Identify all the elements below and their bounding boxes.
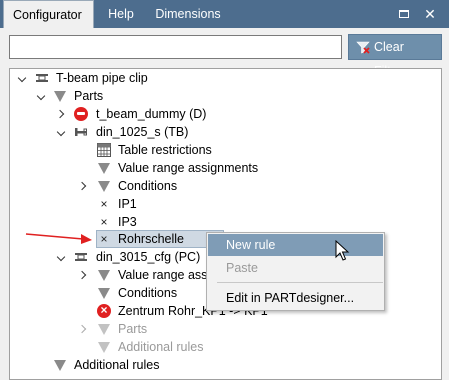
tree-node-root[interactable]: T-beam pipe clip [10, 69, 430, 87]
tree-node-label: Parts [118, 322, 148, 336]
annotation-arrow-icon [25, 233, 92, 244]
panel-margin-right [442, 68, 449, 380]
collapse-icon[interactable] [36, 87, 48, 105]
tree-node-label: Additional rules [74, 358, 160, 372]
menu-item-paste[interactable]: Paste [208, 257, 383, 279]
maximize-icon[interactable] [396, 6, 412, 22]
assembly-icon [75, 253, 87, 261]
tab-bar: Configurator Help Dimensions ✕ [0, 0, 449, 28]
clear-filter-icon [356, 41, 370, 54]
tree-node-t-beam-dummy[interactable]: t_beam_dummy (D) [10, 105, 430, 123]
tree-node-conditions[interactable]: Conditions [10, 177, 430, 195]
tree-node-label: IP3 [118, 215, 137, 229]
tree-node-table-restrictions[interactable]: Table restrictions [10, 141, 430, 159]
tree-node-ip1[interactable]: × IP1 [10, 195, 430, 213]
filter-row: Clear Filters [0, 28, 449, 78]
context-menu: New rule Paste Edit in PARTdesigner... [206, 232, 385, 311]
tree-node-label: din_3015_cfg (PC) [96, 250, 201, 264]
tab-help[interactable]: Help [98, 0, 144, 28]
collapse-icon[interactable] [56, 248, 68, 266]
point-x-icon: × [100, 197, 108, 211]
point-x-icon: × [100, 215, 108, 229]
tree-node-label: Additional rules [118, 340, 204, 354]
tree-node-label: Table restrictions [118, 143, 212, 157]
folder-triangle-icon [98, 342, 110, 353]
part-icon [75, 128, 87, 136]
tree-node-value-range-assignments[interactable]: Value range assignments [10, 159, 430, 177]
collapse-icon[interactable] [56, 123, 68, 141]
menu-item-edit-in-partdesigner[interactable]: Edit in PARTdesigner... [208, 287, 383, 309]
tree-node-label: IP1 [118, 197, 137, 211]
tree-node-label: t_beam_dummy (D) [96, 107, 207, 121]
configurator-tree[interactable]: T-beam pipe clip Parts t_beam_dummy (D) … [9, 68, 442, 380]
tab-configurator[interactable]: Configurator [3, 0, 94, 28]
tree-node-label: Parts [74, 89, 104, 103]
tree-node-label: Conditions [118, 286, 178, 300]
menu-separator [217, 282, 383, 283]
filter-input[interactable] [9, 35, 342, 59]
collapse-icon[interactable] [17, 69, 29, 87]
folder-triangle-icon [98, 163, 110, 174]
close-icon[interactable]: ✕ [422, 6, 438, 22]
folder-triangle-icon [98, 324, 110, 335]
expand-icon[interactable] [56, 105, 68, 123]
tree-node-label: T-beam pipe clip [56, 71, 148, 85]
tree-node-din-1025-s[interactable]: din_1025_s (TB) [10, 123, 430, 141]
assembly-icon [36, 74, 48, 82]
tab-dimensions[interactable]: Dimensions [146, 0, 230, 28]
mouse-cursor-icon [335, 240, 350, 261]
tree-node-additional-rules-sub[interactable]: Additional rules [10, 338, 430, 356]
tree-node-parts-sub[interactable]: Parts [10, 320, 430, 338]
folder-triangle-icon [54, 91, 66, 102]
folder-triangle-icon [98, 288, 110, 299]
folder-triangle-icon [98, 270, 110, 281]
tree-node-label: Rohrschelle [118, 232, 185, 246]
expand-icon[interactable] [78, 320, 90, 338]
table-icon [97, 143, 111, 157]
tree-node-additional-rules[interactable]: Additional rules [10, 356, 430, 374]
tree-node-parts[interactable]: Parts [10, 87, 430, 105]
clear-filters-button[interactable]: Clear Filters [348, 34, 442, 78]
expand-icon[interactable] [78, 266, 90, 284]
tree-node-label: Value range assignments [118, 161, 259, 175]
folder-triangle-icon [98, 181, 110, 192]
menu-item-new-rule[interactable]: New rule [208, 234, 383, 256]
tree-node-label: din_1025_s (TB) [96, 125, 189, 139]
no-entry-icon [74, 107, 88, 121]
error-icon [97, 304, 111, 318]
tree-node-label: Conditions [118, 179, 178, 193]
expand-icon[interactable] [78, 177, 90, 195]
folder-triangle-icon [54, 360, 66, 371]
tree-node-label: Value range assig [118, 268, 218, 282]
panel-margin-left [0, 68, 9, 380]
point-x-icon: × [100, 232, 108, 246]
